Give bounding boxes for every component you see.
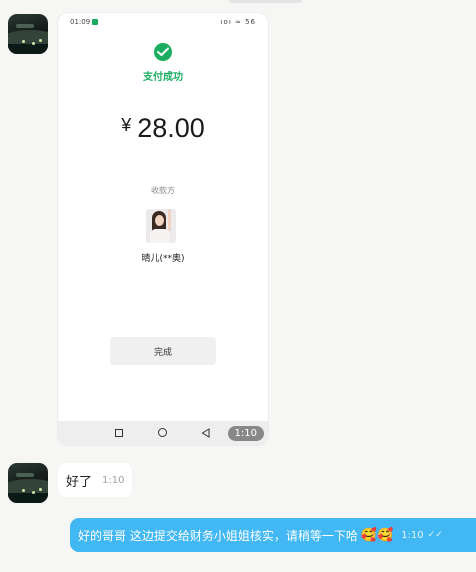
message-text: 好了 — [66, 474, 93, 490]
status-icons: ıoı ≈ 56 — [220, 18, 256, 26]
status-bar: 01:09 ıoı ≈ 56 — [58, 13, 268, 31]
currency-symbol: ¥ — [121, 115, 132, 135]
wechat-status-icon — [92, 19, 98, 25]
contact-avatar[interactable] — [8, 14, 48, 54]
nav-back-icon — [201, 428, 210, 438]
message-timestamp: 1:10 — [401, 529, 424, 541]
message-timestamp: 1:10 — [102, 474, 125, 486]
read-check-icon: ✓✓ — [427, 530, 443, 540]
payment-success-text: 支付成功 — [143, 72, 183, 83]
previous-message-edge — [228, 0, 302, 3]
payment-screenshot-image[interactable]: 01:09 ıoı ≈ 56 支付成功 ¥28.00 收款方 晴儿(**奥) 完… — [58, 13, 268, 445]
incoming-message[interactable]: 好了 1:10 — [58, 463, 133, 497]
payee-name: 晴儿(**奥) — [141, 254, 185, 264]
message-text: 好的哥哥 这边提交给财务小姐姐核实，请稍等一下哈 — [78, 528, 358, 543]
wechat-pay-check-icon — [154, 43, 172, 61]
message-timestamp: 1:10 — [227, 426, 264, 441]
status-time: 01:09 — [70, 18, 91, 26]
done-button: 完成 — [110, 337, 216, 365]
nav-recent-icon — [115, 429, 123, 437]
payee-label: 收款方 — [151, 186, 175, 195]
payee-avatar — [146, 209, 176, 243]
outgoing-message[interactable]: 好的哥哥 这边提交给财务小姐姐核实，请稍等一下哈 🥰🥰 1:10 ✓✓ — [70, 518, 476, 552]
payment-amount: ¥28.00 — [58, 113, 268, 144]
smiling-hearts-emoji: 🥰🥰 — [360, 527, 394, 543]
contact-avatar[interactable] — [8, 463, 48, 503]
nav-home-icon — [158, 428, 167, 437]
amount-value: 28.00 — [137, 113, 205, 143]
